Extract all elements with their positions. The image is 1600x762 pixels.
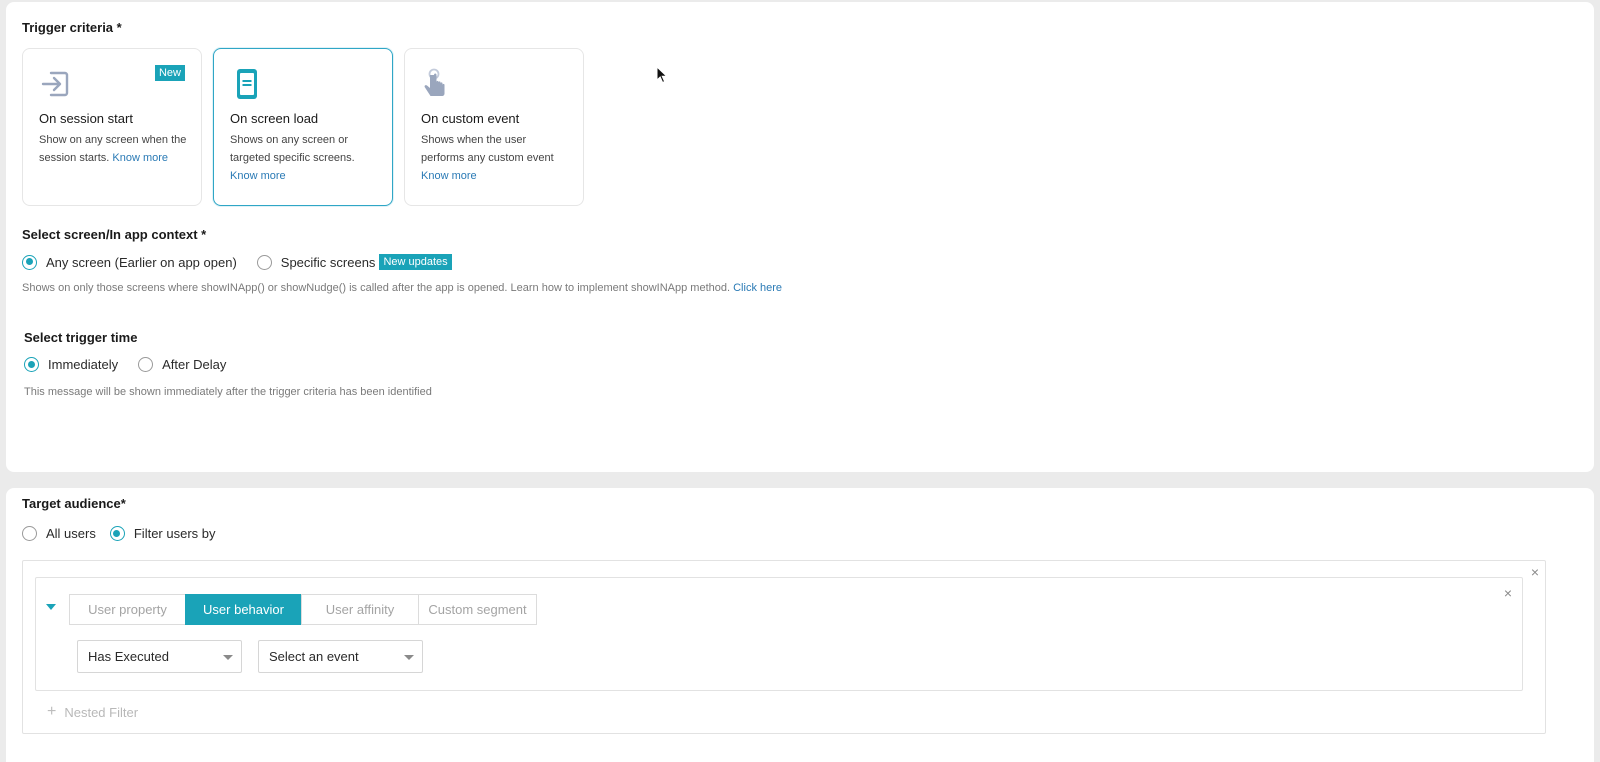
close-icon[interactable]: × xyxy=(1531,565,1539,579)
radio-label: After Delay xyxy=(162,357,227,372)
radio-checked-icon[interactable] xyxy=(24,357,39,372)
condition-select[interactable]: Has Executed xyxy=(77,640,242,673)
radio-unchecked-icon[interactable] xyxy=(138,357,154,372)
mouse-cursor-icon xyxy=(656,65,668,89)
radio-label: Specific screens xyxy=(280,254,376,270)
screen-context-radio-group: Any screen (Earlier on app open) Specifi… xyxy=(22,254,452,270)
radio-label: Any screen (Earlier on app open) xyxy=(46,254,237,270)
tab-user-property[interactable]: User property xyxy=(69,594,186,625)
card-title: On custom event xyxy=(421,111,520,126)
plus-icon: + xyxy=(47,703,57,720)
radio-label: Filter users by xyxy=(133,526,216,541)
card-title: On session start xyxy=(39,111,133,126)
select-value: Select an event xyxy=(269,649,359,664)
radio-immediately[interactable]: Immediately xyxy=(24,357,118,372)
know-more-link[interactable]: Know more xyxy=(112,152,168,164)
radio-unchecked-icon[interactable] xyxy=(256,254,272,270)
know-more-link[interactable]: Know more xyxy=(421,170,477,182)
collapse-caret-icon[interactable] xyxy=(46,604,56,610)
new-updates-badge: New updates xyxy=(379,254,452,270)
screen-context-hint: Shows on only those screens where showIN… xyxy=(22,282,782,294)
radio-label: All users xyxy=(46,526,96,541)
trigger-time-hint: This message will be shown immediately a… xyxy=(24,386,432,398)
card-screen-load[interactable]: On screen load Shows on any screen or ta… xyxy=(213,48,393,206)
target-audience-title: Target audience* xyxy=(22,496,126,511)
select-value: Has Executed xyxy=(88,649,169,664)
screen-context-title: Select screen/In app context * xyxy=(22,227,207,242)
radio-checked-icon[interactable] xyxy=(22,254,37,270)
filter-container: × × User property User behavior User aff… xyxy=(22,560,1546,734)
radio-filter-users[interactable]: Filter users by xyxy=(109,526,216,541)
radio-checked-icon[interactable] xyxy=(109,526,125,541)
card-desc-text: Shows when the user performs any custom … xyxy=(421,134,554,164)
trigger-time-title: Select trigger time xyxy=(24,330,138,345)
trigger-panel: Trigger criteria * New On session start … xyxy=(6,2,1594,472)
nested-filter-label: Nested Filter xyxy=(64,704,139,720)
enter-icon xyxy=(39,67,73,101)
radio-after-delay[interactable]: After Delay xyxy=(138,357,226,372)
chevron-down-icon xyxy=(223,655,233,660)
card-description: Shows on any screen or targeted specific… xyxy=(230,131,380,185)
close-icon[interactable]: × xyxy=(1504,586,1512,600)
radio-unchecked-icon[interactable] xyxy=(22,526,37,541)
mobile-screen-icon xyxy=(230,67,264,101)
audience-radio-group: All users Filter users by xyxy=(22,526,236,541)
click-here-link[interactable]: Click here xyxy=(733,282,782,294)
tab-custom-segment[interactable]: Custom segment xyxy=(418,594,537,625)
card-custom-event[interactable]: On custom event Shows when the user perf… xyxy=(404,48,584,206)
card-desc-text: Shows on any screen or targeted specific… xyxy=(230,134,355,164)
radio-all-users[interactable]: All users xyxy=(22,526,96,541)
radio-any-screen[interactable]: Any screen (Earlier on app open) xyxy=(22,254,237,270)
filter-tabs: User property User behavior User affinit… xyxy=(69,594,537,625)
radio-specific-screens[interactable]: Specific screens xyxy=(256,254,376,270)
trigger-criteria-title: Trigger criteria * xyxy=(22,20,122,35)
know-more-link[interactable]: Know more xyxy=(230,170,286,182)
tab-user-affinity[interactable]: User affinity xyxy=(301,594,419,625)
hint-text: Shows on only those screens where showIN… xyxy=(22,282,731,294)
card-description: Show on any screen when the session star… xyxy=(39,131,189,167)
radio-label: Immediately xyxy=(48,357,119,372)
card-title: On screen load xyxy=(230,111,319,126)
chevron-down-icon xyxy=(404,655,414,660)
trigger-time-radio-group: Immediately After Delay xyxy=(24,357,246,372)
event-select[interactable]: Select an event xyxy=(258,640,423,673)
card-session-start[interactable]: New On session start Show on any screen … xyxy=(22,48,202,206)
tap-hand-icon xyxy=(421,67,455,101)
card-description: Shows when the user performs any custom … xyxy=(421,131,571,185)
filter-group: × User property User behavior User affin… xyxy=(35,577,1523,691)
new-badge: New xyxy=(154,65,185,81)
tab-user-behavior[interactable]: User behavior xyxy=(185,594,302,625)
audience-panel: Target audience* All users Filter users … xyxy=(6,488,1594,762)
nested-filter-button[interactable]: + Nested Filter xyxy=(47,703,138,721)
